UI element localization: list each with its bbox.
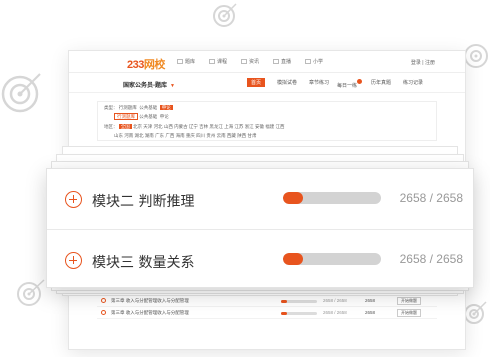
- sub-nav-item[interactable]: 每日一练: [337, 79, 363, 89]
- top-nav-item[interactable]: 资讯: [241, 58, 259, 65]
- mock-top-bar: 233网校 题库 课程 资讯 直播 小学 登录 | 注册: [69, 51, 465, 73]
- filter-panel: 类型： 行测题库 公共基础 申论 行测题库 公共基础 申论 地区： 全国 北京 …: [97, 101, 437, 141]
- module-title: 模块三 数量关系: [92, 255, 195, 271]
- target-icon: [16, 278, 46, 308]
- top-nav-item[interactable]: 直播: [273, 58, 291, 65]
- start-button[interactable]: 开始做题: [397, 309, 421, 317]
- list-item[interactable]: 第三章 收入与分配管理收入与分配管理 2658 / 2658 2658 开始做题: [97, 307, 437, 319]
- sub-nav-item[interactable]: 练习记录: [403, 79, 423, 86]
- top-nav-item[interactable]: 小学: [305, 58, 323, 65]
- list-item[interactable]: 第三章 收入与分配管理收入与分配管理 2658 / 2658 2658 开始做题: [97, 295, 437, 307]
- news-icon: [241, 59, 247, 64]
- filter-row-type[interactable]: 类型： 行测题库 公共基础 申论: [104, 105, 173, 111]
- module-title: 模块二 判断推理: [92, 194, 195, 210]
- plus-circle-icon[interactable]: [65, 252, 82, 269]
- target-icon: [212, 2, 238, 28]
- sub-nav-item[interactable]: 历年真题: [371, 79, 391, 86]
- notification-badge: [357, 79, 363, 84]
- sub-nav-home[interactable]: 首页: [247, 78, 266, 87]
- module-count: 2658 / 2658: [399, 191, 463, 205]
- plus-circle-icon: [101, 310, 106, 315]
- top-nav-item[interactable]: 课程: [209, 58, 227, 65]
- target-icon: [0, 70, 44, 114]
- progress-bar: [283, 192, 381, 204]
- start-button[interactable]: 开始做题: [397, 297, 421, 305]
- plus-circle-icon[interactable]: [65, 191, 82, 208]
- filter-row-sub[interactable]: 行测题库 公共基础 申论: [114, 113, 169, 120]
- module-row[interactable]: 模块二 判断推理 2658 / 2658: [47, 169, 473, 229]
- chevron-down-icon: ▼: [170, 83, 175, 89]
- top-nav-item[interactable]: 题库: [177, 58, 195, 65]
- progress-fill: [283, 192, 303, 204]
- sub-nav-item[interactable]: 模拟试卷: [277, 79, 297, 86]
- module-row[interactable]: 模块三 数量关系 2658 / 2658: [47, 229, 473, 289]
- book-icon: [177, 59, 183, 64]
- filter-row-region[interactable]: 地区： 全国 北京 天津 河北 山西 内蒙古 辽宁 吉林 黑龙江 上海 江苏 浙…: [104, 124, 284, 130]
- filter-row-region-2[interactable]: 山东 河南 湖北 湖南 广东 广西 海南 重庆 四川 贵州 云南 西藏 陕西 甘…: [114, 133, 256, 139]
- login-links[interactable]: 登录 | 注册: [411, 59, 435, 66]
- progress-bar: [281, 312, 317, 315]
- progress-fill: [283, 253, 303, 265]
- user-icon: [305, 59, 311, 64]
- logo: 233网校: [127, 59, 165, 71]
- play-icon: [209, 59, 215, 64]
- module-card: 模块二 判断推理 2658 / 2658 模块三 数量关系 2658 / 265…: [46, 168, 474, 288]
- module-count: 2658 / 2658: [399, 252, 463, 266]
- progress-bar: [283, 253, 381, 265]
- exam-selector[interactable]: 国家公务员-题库 ▼: [123, 80, 175, 89]
- mock-sub-bar: 国家公务员-题库 ▼ 首页 模拟试卷 章节练习 每日一练 历年真题 练习记录: [69, 73, 465, 93]
- sub-nav-item[interactable]: 章节练习: [309, 79, 329, 86]
- progress-bar: [281, 300, 317, 303]
- live-icon: [273, 59, 279, 64]
- plus-circle-icon: [101, 298, 106, 303]
